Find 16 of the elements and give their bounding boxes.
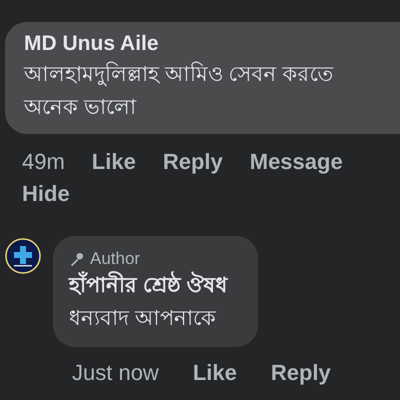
reply-text: ধন্যবাদ আপনাকে [69,306,217,332]
microphone-icon [69,252,84,266]
page-avatar-icon[interactable] [5,238,41,274]
page-name[interactable]: হাঁপানীর শ্রেষ্ঠ ঔষধ [69,270,228,302]
author-label: Author [90,248,140,270]
comment-text: আলহামদুলিল্লাহ আমিও সেবন করতে [24,60,335,88]
action-link[interactable]: Reply [270,361,331,385]
action-link[interactable]: Like [92,150,136,174]
action-link[interactable]: Reply [162,150,223,174]
action-link[interactable]: Like [192,361,237,385]
commenter-name[interactable]: MD Unus Aile [24,30,400,58]
timestamp: 49m [22,150,65,174]
action-link[interactable]: Hide [22,182,70,206]
action-link[interactable]: Message [250,150,343,174]
comment-text: অনেক ভালো [24,95,138,121]
timestamp: Just now [72,361,159,385]
